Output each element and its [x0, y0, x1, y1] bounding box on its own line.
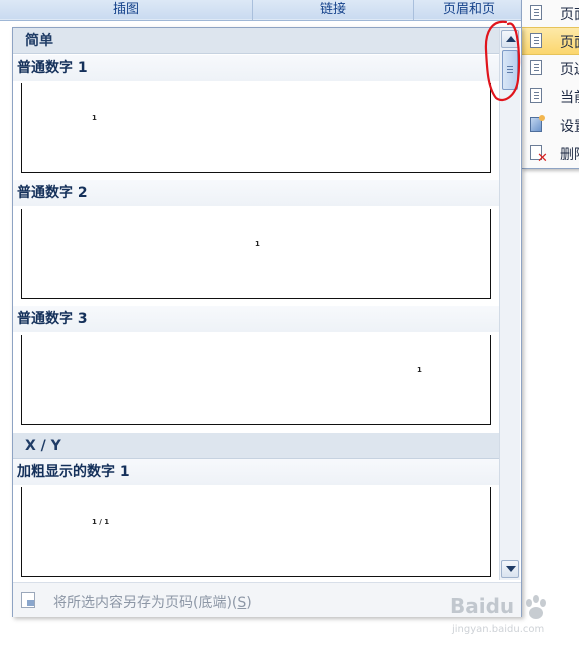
red-circle-annotation: [484, 20, 521, 102]
menu-item-page-bottom[interactable]: 页面: [522, 27, 579, 55]
gallery-item-title[interactable]: 普通数字 1: [13, 55, 499, 81]
page-icon: [530, 5, 542, 20]
watermark-url: jingyan.baidu.com: [452, 624, 545, 635]
page-icon: [530, 88, 542, 103]
gallery-item-preview[interactable]: 1: [21, 335, 491, 425]
page-number-gallery: 简单 普通数字 1 1 普通数字 2 1 普通数字 3 1 X / Y 加粗显示…: [12, 27, 522, 617]
menu-item-label: 页边: [560, 62, 579, 78]
menu-item-label: 删除: [560, 147, 579, 163]
vertical-scrollbar[interactable]: [499, 28, 520, 580]
watermark-brand: Baidu: [450, 594, 515, 618]
gallery-item-title[interactable]: 普通数字 3: [13, 306, 499, 332]
menu-item-current-position[interactable]: 当前: [522, 83, 579, 109]
menu-item-label: 当前: [560, 90, 579, 106]
page-icon: [530, 33, 542, 48]
menu-item-page-top[interactable]: 页面: [522, 0, 579, 26]
page-number-submenu: 页面 页面 页边 当前 设置 ✕ 删除: [521, 0, 579, 169]
watermark: Baidu jingyan.baidu.com: [450, 588, 575, 648]
page-number-sample: 1: [417, 366, 422, 374]
gallery-item-title[interactable]: 加粗显示的数字 1: [13, 459, 499, 485]
page-number-sample: 1 / 1: [92, 518, 110, 526]
page-number-sample: 1: [92, 114, 97, 122]
ribbon-group-header-footer[interactable]: 页眉和页: [414, 0, 525, 20]
gallery-item-preview[interactable]: 1: [21, 209, 491, 299]
menu-item-page-margins[interactable]: 页边: [522, 55, 579, 81]
menu-item-remove[interactable]: ✕ 删除: [522, 140, 579, 166]
arrow-down-icon: [506, 566, 516, 572]
scroll-down-button[interactable]: [501, 560, 519, 578]
gallery-scroll-area: 简单 普通数字 1 1 普通数字 2 1 普通数字 3 1 X / Y 加粗显示…: [13, 28, 499, 580]
ribbon-group-illustrations[interactable]: 插图: [0, 0, 253, 20]
page-number-sample: 1: [255, 240, 260, 248]
gallery-item-preview[interactable]: 1 / 1: [21, 487, 491, 577]
gallery-item-preview[interactable]: 1: [21, 83, 491, 173]
menu-item-format[interactable]: 设置: [522, 112, 579, 138]
section-header-simple: 简单: [13, 28, 499, 54]
save-selection-as-page-number-item[interactable]: 将所选内容另存为页码(底端)(S): [13, 582, 521, 617]
gallery-item-title[interactable]: 普通数字 2: [13, 180, 499, 206]
menu-item-label: 设置: [560, 119, 579, 135]
save-gallery-icon: [21, 592, 35, 608]
menu-item-label: 页面: [560, 7, 579, 23]
paw-icon: [526, 595, 546, 619]
footer-label: 将所选内容另存为页码(底端)(S): [53, 595, 252, 611]
delete-icon: ✕: [530, 145, 548, 165]
settings-icon: [530, 115, 545, 132]
menu-item-label: 页面: [560, 35, 579, 51]
section-header-x-of-y: X / Y: [13, 433, 499, 459]
page-icon: [530, 60, 542, 75]
ribbon-group-links[interactable]: 链接: [253, 0, 414, 20]
